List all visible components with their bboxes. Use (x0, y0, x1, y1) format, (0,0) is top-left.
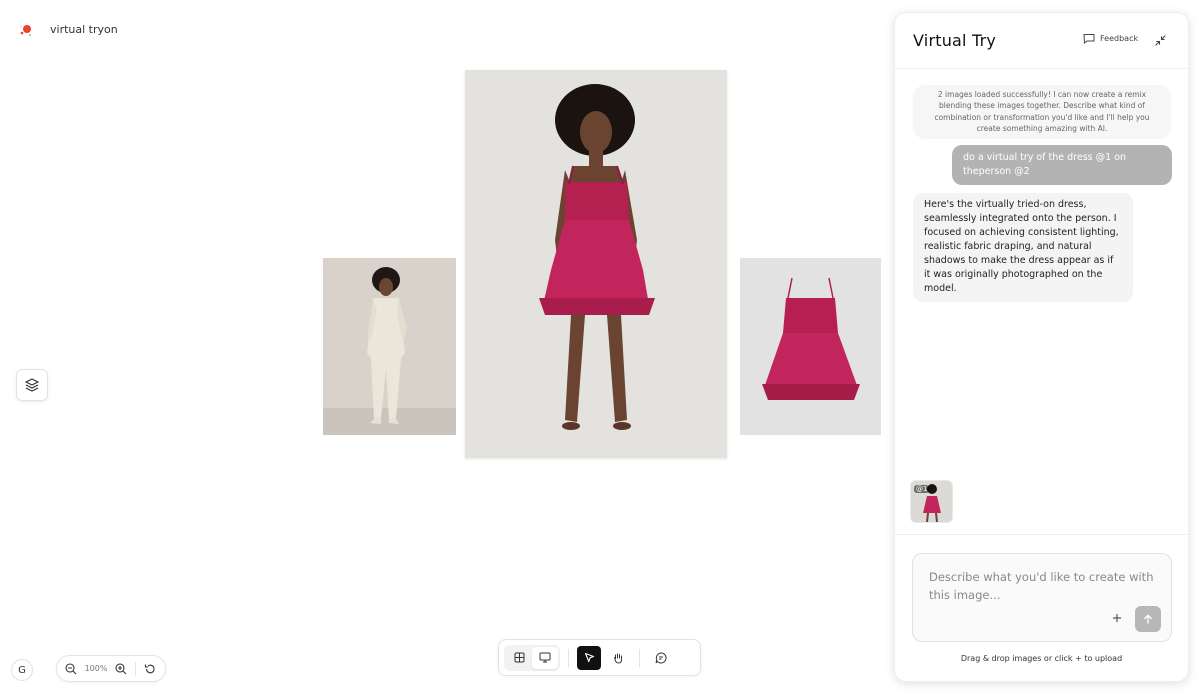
view-toggle-group (504, 644, 560, 671)
screen-view-button[interactable] (532, 646, 558, 669)
upload-hint: Drag & drop images or click + to upload (960, 654, 1123, 663)
prompt-input-box (912, 553, 1172, 642)
reset-icon (144, 664, 155, 673)
tryon-result-image[interactable] (465, 70, 727, 458)
chat-bubble-icon (655, 651, 667, 663)
layers-button[interactable] (16, 369, 48, 401)
reset-view-button[interactable] (142, 661, 158, 677)
zoom-in-icon (115, 662, 127, 674)
zoom-out-button[interactable] (63, 661, 79, 677)
prompt-input[interactable] (913, 554, 1171, 614)
layers-icon (25, 378, 39, 392)
system-message: 2 images loaded successfully! I can now … (913, 85, 1171, 139)
zoom-level: 100% (84, 664, 108, 673)
grid-view-button[interactable] (506, 647, 532, 669)
panel-title: Virtual Try (913, 31, 997, 50)
feedback-button[interactable]: Feedback (1083, 33, 1138, 44)
hand-icon (614, 653, 622, 664)
attachment-thumbnail[interactable]: @1 (910, 480, 953, 523)
toolbar-divider-2 (639, 648, 640, 667)
user-message: do a virtual try of the dress @1 on thep… (952, 145, 1172, 185)
comment-tool-button[interactable] (648, 647, 674, 669)
minimize-icon (1154, 34, 1166, 46)
assistant-message: Here's the virtually tried-on dress, sea… (913, 193, 1133, 302)
zoom-controls: 100% (56, 655, 166, 682)
attachment-tag: @1 (914, 485, 930, 493)
select-tool-button[interactable] (577, 645, 601, 670)
app-logo-icon (20, 25, 32, 37)
panel-header: Virtual Try Feedback (895, 13, 1188, 69)
zoom-divider (135, 661, 136, 676)
app-title: virtual tryon (50, 23, 118, 36)
zoom-out-icon (65, 662, 77, 674)
virtual-try-panel: Virtual Try Feedback 2 images loaded suc… (894, 12, 1189, 682)
add-image-button[interactable] (1109, 610, 1125, 626)
zoom-in-button[interactable] (113, 661, 129, 677)
message-square-icon (1083, 34, 1095, 44)
feedback-label: Feedback (1100, 34, 1139, 43)
person-image[interactable] (323, 258, 456, 435)
send-button[interactable] (1135, 606, 1161, 632)
pan-tool-button[interactable] (605, 647, 631, 669)
arrow-up-icon (1144, 614, 1152, 624)
plus-icon (1113, 614, 1121, 622)
toolbar-divider (568, 648, 569, 667)
dress-image[interactable] (740, 258, 881, 435)
grid-icon (514, 652, 524, 663)
collapse-panel-button[interactable] (1153, 33, 1167, 47)
monitor-icon (539, 652, 551, 663)
canvas-toolbar (498, 639, 701, 676)
g-button[interactable]: G (11, 659, 33, 681)
input-divider (895, 534, 1188, 535)
cursor-icon (584, 652, 594, 663)
